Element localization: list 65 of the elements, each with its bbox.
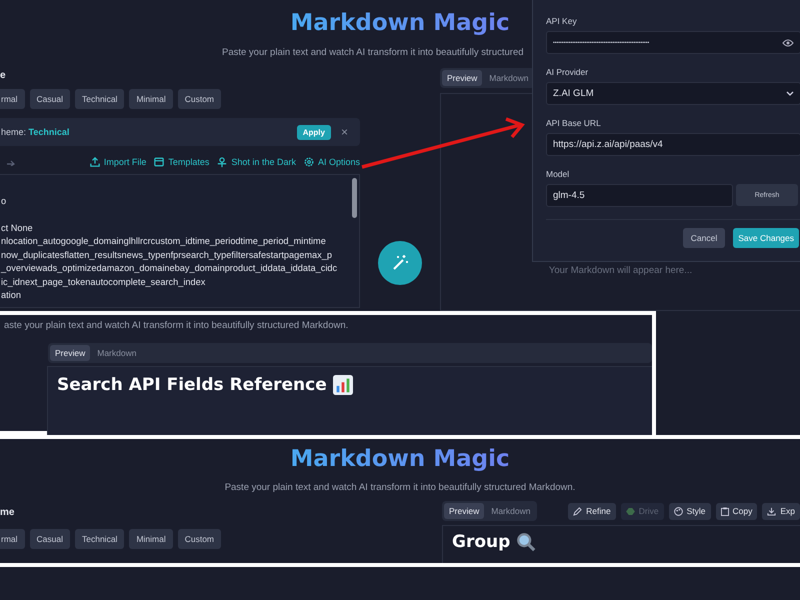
eye-icon[interactable] [782, 38, 794, 46]
tone-button[interactable]: Custom [178, 529, 222, 549]
url-field[interactable]: https://api.z.ai/api/paas/v4 [546, 133, 800, 156]
subtitle: aste your plain text and watch AI transform it into beautifully structured Markdown. [4, 320, 350, 331]
cancel-button[interactable]: Cancel [682, 228, 726, 248]
toolbar-link[interactable]: Templates [154, 157, 210, 167]
close-button[interactable]: × [338, 125, 350, 139]
text-editor[interactable] [0, 174, 360, 308]
preview-heading: Search API Fields Reference [57, 375, 327, 395]
tone-button[interactable]: Custom [178, 89, 222, 109]
empty-preview-message: Your Markdown will appear here... [548, 265, 692, 276]
preview-tab[interactable]: Markdown [484, 70, 534, 86]
field-label: Model [546, 169, 570, 179]
tone-button[interactable]: rmal [0, 89, 25, 109]
editor-line: ation [1, 289, 21, 302]
action-button[interactable]: Exp [762, 502, 800, 520]
editor-line: ct None [1, 222, 33, 234]
toolbar-link[interactable]: AI Options [304, 157, 360, 167]
editor-line: ic_idnext_page_tokenautocomplete_search_index [1, 276, 206, 289]
magic-wand-button[interactable] [378, 241, 422, 285]
upload-icon [90, 157, 100, 167]
pin-icon [217, 156, 228, 168]
theme-label: heme: Technical [1, 127, 70, 137]
section-label: me [0, 507, 16, 520]
field-label: API Key [546, 16, 578, 26]
editor-line: _overviewads_optimizedamazon_domainebay_domainproduct_iddata_iddata_cidc [1, 262, 338, 275]
preview-tab[interactable]: Markdown [486, 503, 536, 519]
preview-tab[interactable]: Preview [444, 503, 484, 519]
template-icon [154, 157, 164, 167]
field-label: API Base URL [546, 118, 602, 128]
chevron-down-icon [786, 91, 794, 96]
editor-line: now_duplicatesflatten_resultsnews_typenfprsearch_typefiltersafestartpagemax_p [1, 248, 332, 262]
subtitle: Paste your plain text and watch AI transform it into beautifully structured [222, 47, 524, 58]
preview-tab[interactable]: Preview [50, 345, 90, 361]
magnifier-icon [516, 532, 536, 552]
pencil-icon [573, 506, 582, 516]
provider-select[interactable]: Z.AI GLM [546, 82, 800, 105]
scrollbar[interactable] [352, 178, 357, 218]
download-icon [767, 506, 776, 516]
toolbar-link[interactable]: Import File [90, 157, 146, 167]
subtitle: Paste your plain text and watch AI transform it into beautifully structured Markdown. [224, 482, 576, 493]
tone-button[interactable]: Minimal [129, 89, 173, 109]
editor-line: o [1, 195, 6, 208]
action-button[interactable]: Style [668, 502, 710, 520]
editor-line: nlocation_autogoogle_domainglhllrcrcustom_idtime_periodtime_period_mintime [1, 235, 326, 248]
tone-button[interactable]: Casual [30, 89, 70, 109]
tone-button[interactable]: rmal [0, 529, 25, 549]
clipboard-icon [720, 506, 728, 516]
hexagon-icon [626, 508, 635, 514]
tone-button[interactable]: Casual [30, 529, 70, 549]
bar-chart-icon [332, 375, 353, 395]
settings-icon [304, 157, 314, 167]
tone-button[interactable]: Technical [75, 529, 124, 549]
toolbar-link[interactable]: Shot in the Dark [217, 156, 296, 168]
action-button[interactable]: Copy [716, 502, 758, 520]
tone-button[interactable]: Minimal [129, 529, 173, 549]
preview-tab[interactable]: Markdown [92, 345, 142, 361]
tone-button[interactable]: Technical [75, 89, 124, 109]
palette-icon [674, 506, 683, 516]
field-label: AI Provider [546, 67, 590, 77]
action-button[interactable]: Refine [568, 502, 616, 520]
preview-tab[interactable]: Preview [442, 70, 482, 86]
section-label: e [0, 70, 7, 83]
preview-heading: Group [452, 532, 510, 552]
model-field[interactable]: glm-4.5 [546, 184, 733, 207]
